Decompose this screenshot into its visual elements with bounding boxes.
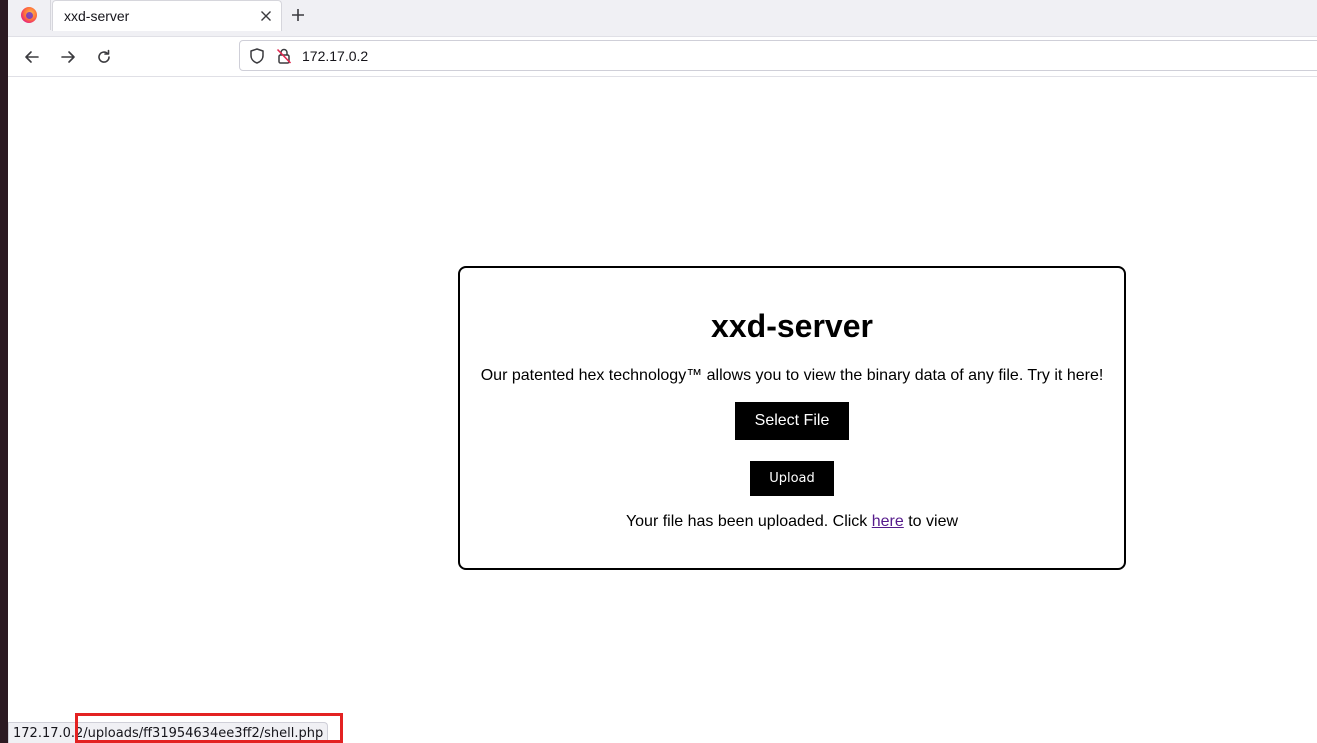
page-title: xxd-server [711, 308, 873, 344]
close-icon[interactable] [257, 7, 275, 25]
navigation-toolbar: 172.17.0.2 [8, 37, 1317, 77]
reload-button[interactable] [91, 44, 117, 70]
select-file-button[interactable]: Select File [735, 402, 849, 440]
page-content: xxd-server Our patented hex technology™ … [8, 77, 1317, 743]
arrow-left-icon [25, 51, 39, 63]
back-button[interactable] [19, 44, 45, 70]
tab-bar: xxd-server [8, 0, 1317, 37]
status-suffix: to view [903, 513, 959, 530]
new-tab-button[interactable] [287, 4, 309, 26]
link-preview-statusbar: 172.17.0.2/uploads/ff31954634ee3ff2/shel… [8, 722, 329, 743]
forward-button[interactable] [55, 44, 81, 70]
insecure-lock-icon[interactable] [275, 47, 293, 65]
status-prefix: Your file has been uploaded. Click [625, 513, 872, 530]
view-file-link[interactable]: here [872, 513, 904, 530]
tab-title: xxd-server [64, 8, 130, 24]
firefox-icon [21, 7, 37, 23]
reload-icon [98, 49, 110, 63]
firefox-view-button[interactable] [8, 0, 51, 30]
upload-card: xxd-server Our patented hex technology™ … [458, 266, 1126, 570]
plus-icon [292, 9, 304, 21]
page-description: Our patented hex technology™ allows you … [480, 367, 1104, 384]
upload-button[interactable]: Upload [750, 461, 834, 496]
shield-icon[interactable] [248, 47, 266, 65]
desktop-edge [0, 0, 8, 743]
url-text[interactable]: 172.17.0.2 [302, 48, 368, 64]
tab-xxd-server[interactable]: xxd-server [52, 0, 282, 31]
arrow-right-icon [61, 51, 75, 63]
address-bar[interactable]: 172.17.0.2 [239, 40, 1317, 71]
upload-status: Your file has been uploaded. Click here … [460, 513, 1124, 531]
browser-window: xxd-server 172.17.0.2 xxd-server Our pat… [0, 0, 1317, 743]
